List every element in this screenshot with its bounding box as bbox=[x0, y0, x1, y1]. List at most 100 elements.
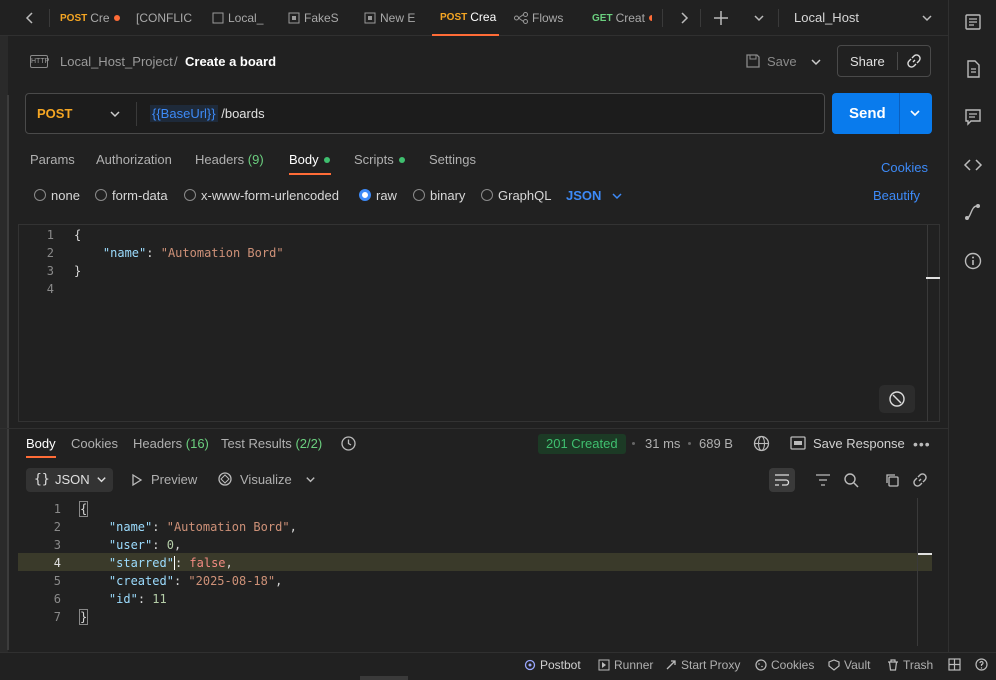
url-input[interactable]: {{BaseUrl}} /boards bbox=[150, 105, 265, 122]
save-button[interactable]: Save bbox=[767, 54, 797, 69]
code-line: { bbox=[78, 501, 89, 517]
play-icon[interactable] bbox=[131, 473, 143, 487]
response-tab-tests[interactable]: Test Results (2/2) bbox=[221, 436, 322, 451]
response-size[interactable]: 689 B bbox=[699, 436, 733, 451]
request-tab-flows[interactable]: Flows bbox=[514, 0, 576, 36]
beautify-link[interactable]: Beautify bbox=[873, 188, 920, 203]
related-requests-icon[interactable] bbox=[963, 202, 983, 222]
response-time[interactable]: 31 ms bbox=[645, 436, 680, 451]
request-tab-3[interactable]: Local_ bbox=[212, 0, 268, 36]
save-response-icon[interactable] bbox=[790, 436, 806, 450]
code-line: } bbox=[78, 609, 89, 625]
request-tab-5[interactable]: New E bbox=[364, 0, 420, 36]
chevron-left-icon[interactable] bbox=[22, 10, 38, 26]
trash-button[interactable]: Trash bbox=[887, 658, 933, 672]
radio-raw[interactable] bbox=[359, 189, 371, 201]
link-icon[interactable] bbox=[906, 53, 922, 69]
history-icon[interactable] bbox=[340, 435, 357, 452]
documentation-icon[interactable] bbox=[963, 59, 983, 79]
save-response-button[interactable]: Save Response bbox=[813, 436, 905, 451]
tab-authorization[interactable]: Authorization bbox=[96, 152, 172, 167]
environment-chevron-icon[interactable] bbox=[919, 10, 935, 26]
method-chevron-icon[interactable] bbox=[108, 107, 122, 121]
request-tab-2[interactable]: [CONFLIC bbox=[136, 0, 196, 36]
chevron-down-icon[interactable] bbox=[751, 10, 767, 26]
search-icon[interactable] bbox=[843, 472, 859, 488]
code-icon[interactable] bbox=[963, 155, 983, 175]
radio-form-data[interactable] bbox=[95, 189, 107, 201]
tab-params[interactable]: Params bbox=[30, 152, 75, 167]
vault-button[interactable]: Vault bbox=[828, 658, 870, 672]
request-title[interactable]: Create a board bbox=[185, 54, 276, 69]
radio-binary[interactable] bbox=[413, 189, 425, 201]
pane-divider[interactable] bbox=[0, 428, 948, 429]
cookies-status-button[interactable]: Cookies bbox=[755, 658, 814, 672]
send-options-chevron-icon[interactable] bbox=[908, 106, 922, 120]
more-options-icon[interactable]: ••• bbox=[913, 436, 931, 452]
radio-urlencoded-label: x-www-form-urlencoded bbox=[201, 188, 339, 203]
method-select[interactable]: POST bbox=[37, 106, 72, 121]
request-tab-8[interactable]: GET Creat bbox=[592, 0, 652, 36]
preview-button[interactable]: Preview bbox=[151, 472, 197, 487]
breadcrumb-separator: / bbox=[174, 54, 178, 69]
comments-icon[interactable] bbox=[963, 107, 983, 127]
radio-graphql[interactable] bbox=[481, 189, 493, 201]
line-number: 1 bbox=[53, 502, 61, 516]
link-icon[interactable] bbox=[912, 472, 928, 488]
filter-icon[interactable] bbox=[815, 473, 831, 487]
visualize-icon[interactable] bbox=[217, 471, 233, 487]
request-tab-1[interactable]: POST Cre bbox=[60, 0, 122, 36]
response-tab-body[interactable]: Body bbox=[26, 436, 56, 451]
left-edge-scrollbar[interactable] bbox=[7, 95, 9, 650]
save-icon[interactable] bbox=[745, 53, 761, 69]
chevron-right-icon[interactable] bbox=[676, 10, 692, 26]
request-body-editor[interactable]: 1 2 3 4 { "name": "Automation Bord" } bbox=[18, 224, 940, 422]
wrap-lines-icon bbox=[774, 473, 790, 487]
start-proxy-button[interactable]: Start Proxy bbox=[665, 658, 740, 672]
postbot-button[interactable] bbox=[879, 385, 915, 413]
raw-format-select[interactable]: JSON bbox=[566, 188, 601, 203]
scroll-thumb[interactable] bbox=[360, 676, 408, 680]
request-tab-active[interactable]: POST Crea bbox=[432, 0, 499, 36]
format-chevron-icon[interactable] bbox=[610, 189, 624, 203]
response-format-select[interactable]: {} JSON bbox=[26, 468, 113, 492]
copy-icon[interactable] bbox=[884, 472, 900, 488]
response-body-viewer[interactable]: 1 2 3 4 5 6 7 { "name": "Automation Bord… bbox=[18, 498, 932, 646]
radio-none[interactable] bbox=[34, 189, 46, 201]
share-button[interactable]: Share bbox=[850, 54, 885, 69]
visualize-button[interactable]: Visualize bbox=[240, 472, 292, 487]
network-globe-icon[interactable] bbox=[753, 435, 770, 452]
send-button[interactable]: Send bbox=[849, 105, 886, 122]
code-line: "name": "Automation Bord", bbox=[108, 520, 297, 534]
postbot-status-button[interactable]: Postbot bbox=[524, 658, 581, 672]
help-icon[interactable] bbox=[975, 658, 988, 671]
tab-scripts[interactable]: Scripts bbox=[354, 152, 394, 167]
breadcrumb-project[interactable]: Local_Host_Project bbox=[60, 54, 173, 69]
save-options-chevron-icon[interactable] bbox=[808, 54, 824, 70]
cookies-link[interactable]: Cookies bbox=[881, 160, 928, 175]
tab-bar: POST Cre [CONFLIC Local_ FakeS New E POST… bbox=[0, 0, 948, 36]
tab-headers[interactable]: Headers (9) bbox=[195, 152, 264, 167]
runner-button[interactable]: Runner bbox=[598, 658, 653, 672]
line-number: 2 bbox=[53, 520, 61, 534]
status-badge[interactable]: 201 Created bbox=[538, 434, 626, 454]
editor-scroll-marker bbox=[926, 277, 940, 279]
api-docs-icon[interactable] bbox=[963, 12, 983, 32]
wrap-lines-button[interactable] bbox=[769, 468, 795, 492]
layout-toggle-icon[interactable] bbox=[948, 658, 961, 671]
postbot-icon bbox=[888, 390, 906, 408]
response-tab-headers[interactable]: Headers (16) bbox=[133, 436, 209, 451]
radio-urlencoded[interactable] bbox=[184, 189, 196, 201]
radio-raw-label: raw bbox=[376, 188, 397, 203]
environment-selector[interactable]: Local_Host bbox=[794, 10, 859, 25]
radio-binary-label: binary bbox=[430, 188, 466, 203]
unsaved-dot bbox=[648, 15, 652, 21]
plus-icon[interactable] bbox=[712, 9, 730, 27]
request-tab-4[interactable]: FakeS bbox=[288, 0, 344, 36]
response-tab-cookies[interactable]: Cookies bbox=[71, 436, 118, 451]
visualize-chevron-icon[interactable] bbox=[304, 473, 317, 486]
cookie-icon bbox=[755, 659, 767, 671]
tab-settings[interactable]: Settings bbox=[429, 152, 476, 167]
info-icon[interactable] bbox=[963, 251, 983, 271]
tab-body[interactable]: Body bbox=[289, 152, 319, 167]
